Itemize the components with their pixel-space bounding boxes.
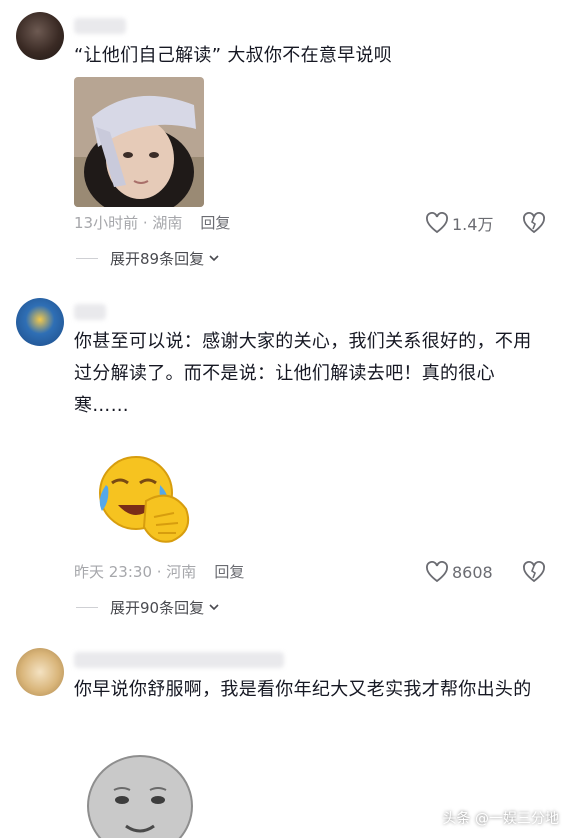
avatar[interactable] bbox=[16, 12, 64, 60]
comment-text: 你甚至可以说：感谢大家的关心，我们关系很好的，不用过分解读了。而不是说：让他们解… bbox=[74, 331, 532, 416]
comment-text: “让他们自己解读” 大叔你不在意早说呗 bbox=[74, 45, 393, 66]
chevron-down-icon bbox=[209, 255, 219, 262]
comment-text: 你早说你舒服啊，我是看你年纪大又老实我才帮你出头的 bbox=[74, 679, 532, 700]
divider-line bbox=[76, 257, 98, 259]
like-count: 8608 bbox=[452, 562, 493, 582]
avatar[interactable] bbox=[16, 648, 64, 696]
username-blurred[interactable] bbox=[74, 652, 284, 668]
broken-heart-icon[interactable] bbox=[522, 211, 546, 235]
comment-image-sticker[interactable] bbox=[74, 742, 204, 838]
timestamp-location: 13小时前 · 湖南 bbox=[74, 214, 183, 232]
reply-button[interactable]: 回复 bbox=[200, 214, 230, 232]
expand-replies-label: 展开89条回复 bbox=[110, 249, 205, 268]
username-blurred[interactable] bbox=[74, 304, 106, 320]
girl-headband-image bbox=[74, 77, 204, 207]
watermark: 头条 @一娱三分地 bbox=[442, 811, 559, 827]
heart-icon bbox=[426, 212, 448, 234]
avatar[interactable] bbox=[16, 298, 64, 346]
reply-button[interactable]: 回复 bbox=[214, 563, 244, 581]
expand-replies[interactable]: 展开90条回复 bbox=[76, 595, 220, 619]
expand-replies-label: 展开90条回复 bbox=[110, 598, 205, 617]
timestamp-location: 昨天 23:30 · 河南 bbox=[74, 563, 197, 581]
comment-meta: 昨天 23:30 · 河南 回复 bbox=[74, 560, 244, 584]
chevron-down-icon bbox=[209, 604, 219, 611]
comment-image-sticker[interactable] bbox=[74, 77, 204, 207]
laughing-emoji-image bbox=[74, 427, 204, 557]
like-button[interactable]: 1.4万 bbox=[425, 211, 493, 235]
like-button[interactable]: 8608 bbox=[425, 560, 493, 584]
heart-icon bbox=[426, 561, 448, 583]
expand-replies[interactable]: 展开89条回复 bbox=[76, 246, 220, 270]
bald-face-meme-image bbox=[74, 742, 204, 838]
comment-meta: 13小时前 · 湖南 回复 bbox=[74, 211, 230, 235]
like-count: 1.4万 bbox=[452, 215, 494, 234]
comment-image-sticker[interactable] bbox=[74, 427, 204, 557]
divider-line bbox=[76, 606, 98, 608]
username-blurred[interactable] bbox=[74, 18, 126, 34]
broken-heart-icon[interactable] bbox=[522, 560, 546, 584]
